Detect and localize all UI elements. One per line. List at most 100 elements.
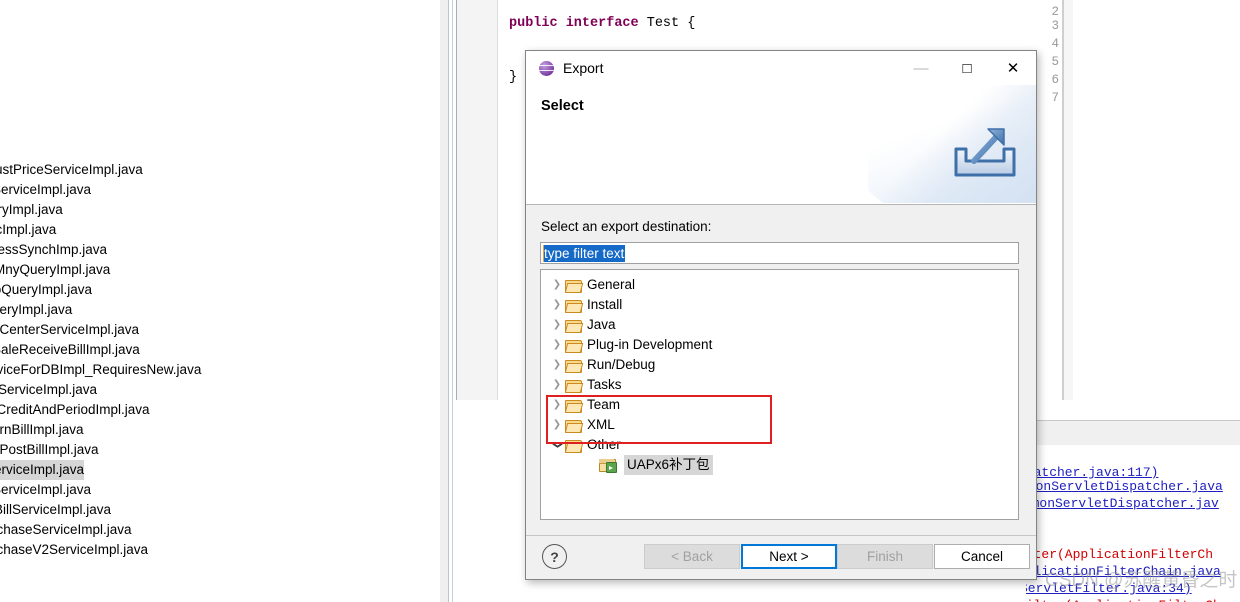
eclipse-sphere-icon bbox=[539, 60, 554, 76]
file-list-item[interactable]: urnBillImpl.java bbox=[0, 420, 84, 440]
chevron-right-icon[interactable]: ❯ bbox=[549, 395, 565, 415]
chevron-right-icon[interactable]: ❯ bbox=[549, 295, 565, 315]
file-list-item[interactable]: ServiceImpl.java bbox=[0, 180, 91, 200]
chevron-down-icon[interactable]: ❯ bbox=[547, 437, 567, 453]
file-list-item-label: eryImpl.java bbox=[0, 202, 63, 217]
file-list-item[interactable]: rviceForDBImpl_RequiresNew.java bbox=[0, 360, 201, 380]
tree-item-label: General bbox=[587, 277, 636, 292]
destination-label: Select an export destination: bbox=[541, 219, 712, 234]
tree-node[interactable]: ❯ Run/Debug bbox=[541, 355, 1018, 375]
chevron-right-icon[interactable]: ❯ bbox=[549, 415, 565, 435]
line-number: 3 bbox=[1051, 19, 1059, 33]
file-list-scrollbar-track[interactable] bbox=[440, 0, 888, 602]
file-list-item-label: ueryImpl.java bbox=[0, 302, 73, 317]
help-icon[interactable]: ? bbox=[542, 544, 567, 569]
tree-node[interactable]: ❯ Install bbox=[541, 295, 1018, 315]
minimize-icon[interactable]: — bbox=[898, 51, 944, 85]
folder-icon bbox=[564, 279, 584, 293]
file-list-item-label: uessSynchImp.java bbox=[0, 242, 108, 257]
file-list-item-label: ustPriceServiceImpl.java bbox=[0, 162, 143, 177]
tree-item-label: Java bbox=[587, 317, 616, 332]
tree-item-label: XML bbox=[587, 417, 615, 432]
file-list-item-label: rCreditAndPeriodImpl.java bbox=[0, 402, 150, 417]
editor-line-number-gutter bbox=[457, 0, 498, 400]
package-explorer-file-list[interactable]: ustPriceServiceImpl.java ServiceImpl.java… bbox=[0, 0, 440, 602]
code-identifier: Test { bbox=[638, 16, 696, 31]
tree-node[interactable]: ❯ Java bbox=[541, 315, 1018, 335]
file-list-item[interactable]: foQueryImpl.java bbox=[0, 280, 92, 300]
dialog-footer: ? < Back Next > Finish Cancel bbox=[526, 536, 1036, 578]
chevron-right-icon[interactable]: ❯ bbox=[549, 275, 565, 295]
filter-input-value[interactable]: type filter text bbox=[543, 245, 626, 262]
file-list-item-label: ServiceImpl.java bbox=[0, 482, 92, 497]
file-list-item[interactable]: ServiceImpl.java bbox=[0, 480, 91, 500]
back-button[interactable]: < Back bbox=[644, 544, 740, 569]
file-list-item[interactable]: SaleReceiveBillImpl.java bbox=[0, 340, 140, 360]
filter-input[interactable]: type filter text bbox=[540, 242, 1019, 264]
close-icon[interactable]: ✕ bbox=[990, 51, 1036, 85]
code-keyword: public interface bbox=[509, 16, 639, 31]
finish-button[interactable]: Finish bbox=[837, 544, 933, 569]
tree-node[interactable]: ❯ Team bbox=[541, 395, 1018, 415]
tree-node[interactable]: ❯ Tasks bbox=[541, 375, 1018, 395]
folder-icon bbox=[564, 359, 584, 373]
package-export-icon bbox=[599, 458, 617, 473]
file-list-item-label: urnBillImpl.java bbox=[0, 422, 84, 437]
folder-icon bbox=[564, 299, 584, 313]
file-list-item-label: ePostBillImpl.java bbox=[0, 442, 99, 457]
file-list-item-label: BillServiceImpl.java bbox=[0, 502, 112, 517]
file-list-item[interactable]: ueryImpl.java bbox=[0, 300, 72, 320]
file-list-item[interactable]: MnyQueryImpl.java bbox=[0, 260, 110, 280]
file-list-item-label: ServiceImpl.java bbox=[0, 182, 92, 197]
console-stacktrace-link[interactable]: pplicationFilterChain.java bbox=[1018, 563, 1221, 580]
cancel-button[interactable]: Cancel bbox=[934, 544, 1030, 569]
tree-node[interactable]: ❯ XML bbox=[541, 415, 1018, 435]
file-list-item-label: llServiceImpl.java bbox=[0, 382, 98, 397]
console-stacktrace-line: ilter(ApplicationFilterCh bbox=[1018, 547, 1214, 562]
code-line-close-brace: } bbox=[509, 70, 518, 85]
console-stacktrace-link[interactable]: ommonServletDispatcher.jav bbox=[1016, 495, 1219, 512]
panel-divider-left bbox=[448, 0, 449, 602]
dialog-header-title: Select bbox=[541, 98, 584, 114]
dialog-window-title: Export bbox=[563, 60, 604, 76]
file-list-item[interactable]: uessSynchImp.java bbox=[0, 240, 107, 260]
file-list-item[interactable]: erviceImpl.java bbox=[0, 460, 85, 480]
chevron-right-icon[interactable]: ❯ bbox=[549, 315, 565, 335]
file-list-item[interactable]: eryImpl.java bbox=[0, 200, 63, 220]
maximize-icon[interactable]: □ bbox=[944, 51, 990, 85]
file-list-item-label: rviceForDBImpl_RequiresNew.java bbox=[0, 362, 202, 377]
file-list-item[interactable]: eCenterServiceImpl.java bbox=[0, 320, 139, 340]
chevron-right-icon[interactable]: ❯ bbox=[549, 375, 565, 395]
file-list-item[interactable]: llServiceImpl.java bbox=[0, 380, 97, 400]
file-list-item[interactable]: ePostBillImpl.java bbox=[0, 440, 99, 460]
text-caret bbox=[543, 245, 544, 262]
folder-icon bbox=[564, 319, 584, 333]
folder-icon bbox=[564, 419, 584, 433]
file-list-item-label: erviceImpl.java bbox=[0, 462, 85, 477]
dialog-titlebar[interactable]: Export — □ ✕ bbox=[526, 51, 1036, 85]
console-stacktrace-link[interactable]: mmonServletDispatcher.java bbox=[1020, 478, 1223, 495]
tree-node[interactable]: ❯ Plug-in Development bbox=[541, 335, 1018, 355]
chevron-right-icon[interactable]: ❯ bbox=[549, 335, 565, 355]
console-stacktrace-line: Filter(ApplicationFilterCh bbox=[1018, 597, 1221, 602]
export-destination-tree[interactable]: ❯ General ❯ Install ❯ Java ❯ Plug-in Developmen… bbox=[540, 269, 1019, 520]
panel-divider-right bbox=[452, 0, 453, 602]
file-list-item[interactable]: rCreditAndPeriodImpl.java bbox=[0, 400, 150, 420]
tree-node[interactable]: ❯ General bbox=[541, 275, 1018, 295]
file-list-item[interactable]: ustPriceServiceImpl.java bbox=[0, 160, 143, 180]
file-list-item-label: eCenterServiceImpl.java bbox=[0, 322, 140, 337]
tree-leaf[interactable]: UAPx6补丁包 bbox=[541, 455, 1018, 475]
dialog-header: Select bbox=[526, 85, 1036, 205]
file-list-item[interactable]: BillServiceImpl.java bbox=[0, 500, 111, 520]
file-list-item[interactable]: rchaseServiceImpl.java bbox=[0, 520, 132, 540]
file-list-item-label: rchaseV2ServiceImpl.java bbox=[0, 542, 149, 557]
export-tray-arrow-icon bbox=[954, 128, 1016, 177]
tree-item-label: Tasks bbox=[587, 377, 622, 392]
dialog-body: Select an export destination: type filte… bbox=[526, 205, 1036, 535]
file-list-item[interactable]: rchaseV2ServiceImpl.java bbox=[0, 540, 148, 560]
console-stacktrace-link[interactable]: ServletFilter.java:34) bbox=[1020, 580, 1192, 597]
tree-node[interactable]: ❯ Other bbox=[541, 435, 1018, 455]
chevron-right-icon[interactable]: ❯ bbox=[549, 355, 565, 375]
next-button[interactable]: Next > bbox=[741, 544, 837, 569]
file-list-item[interactable]: ocImpl.java bbox=[0, 220, 56, 240]
